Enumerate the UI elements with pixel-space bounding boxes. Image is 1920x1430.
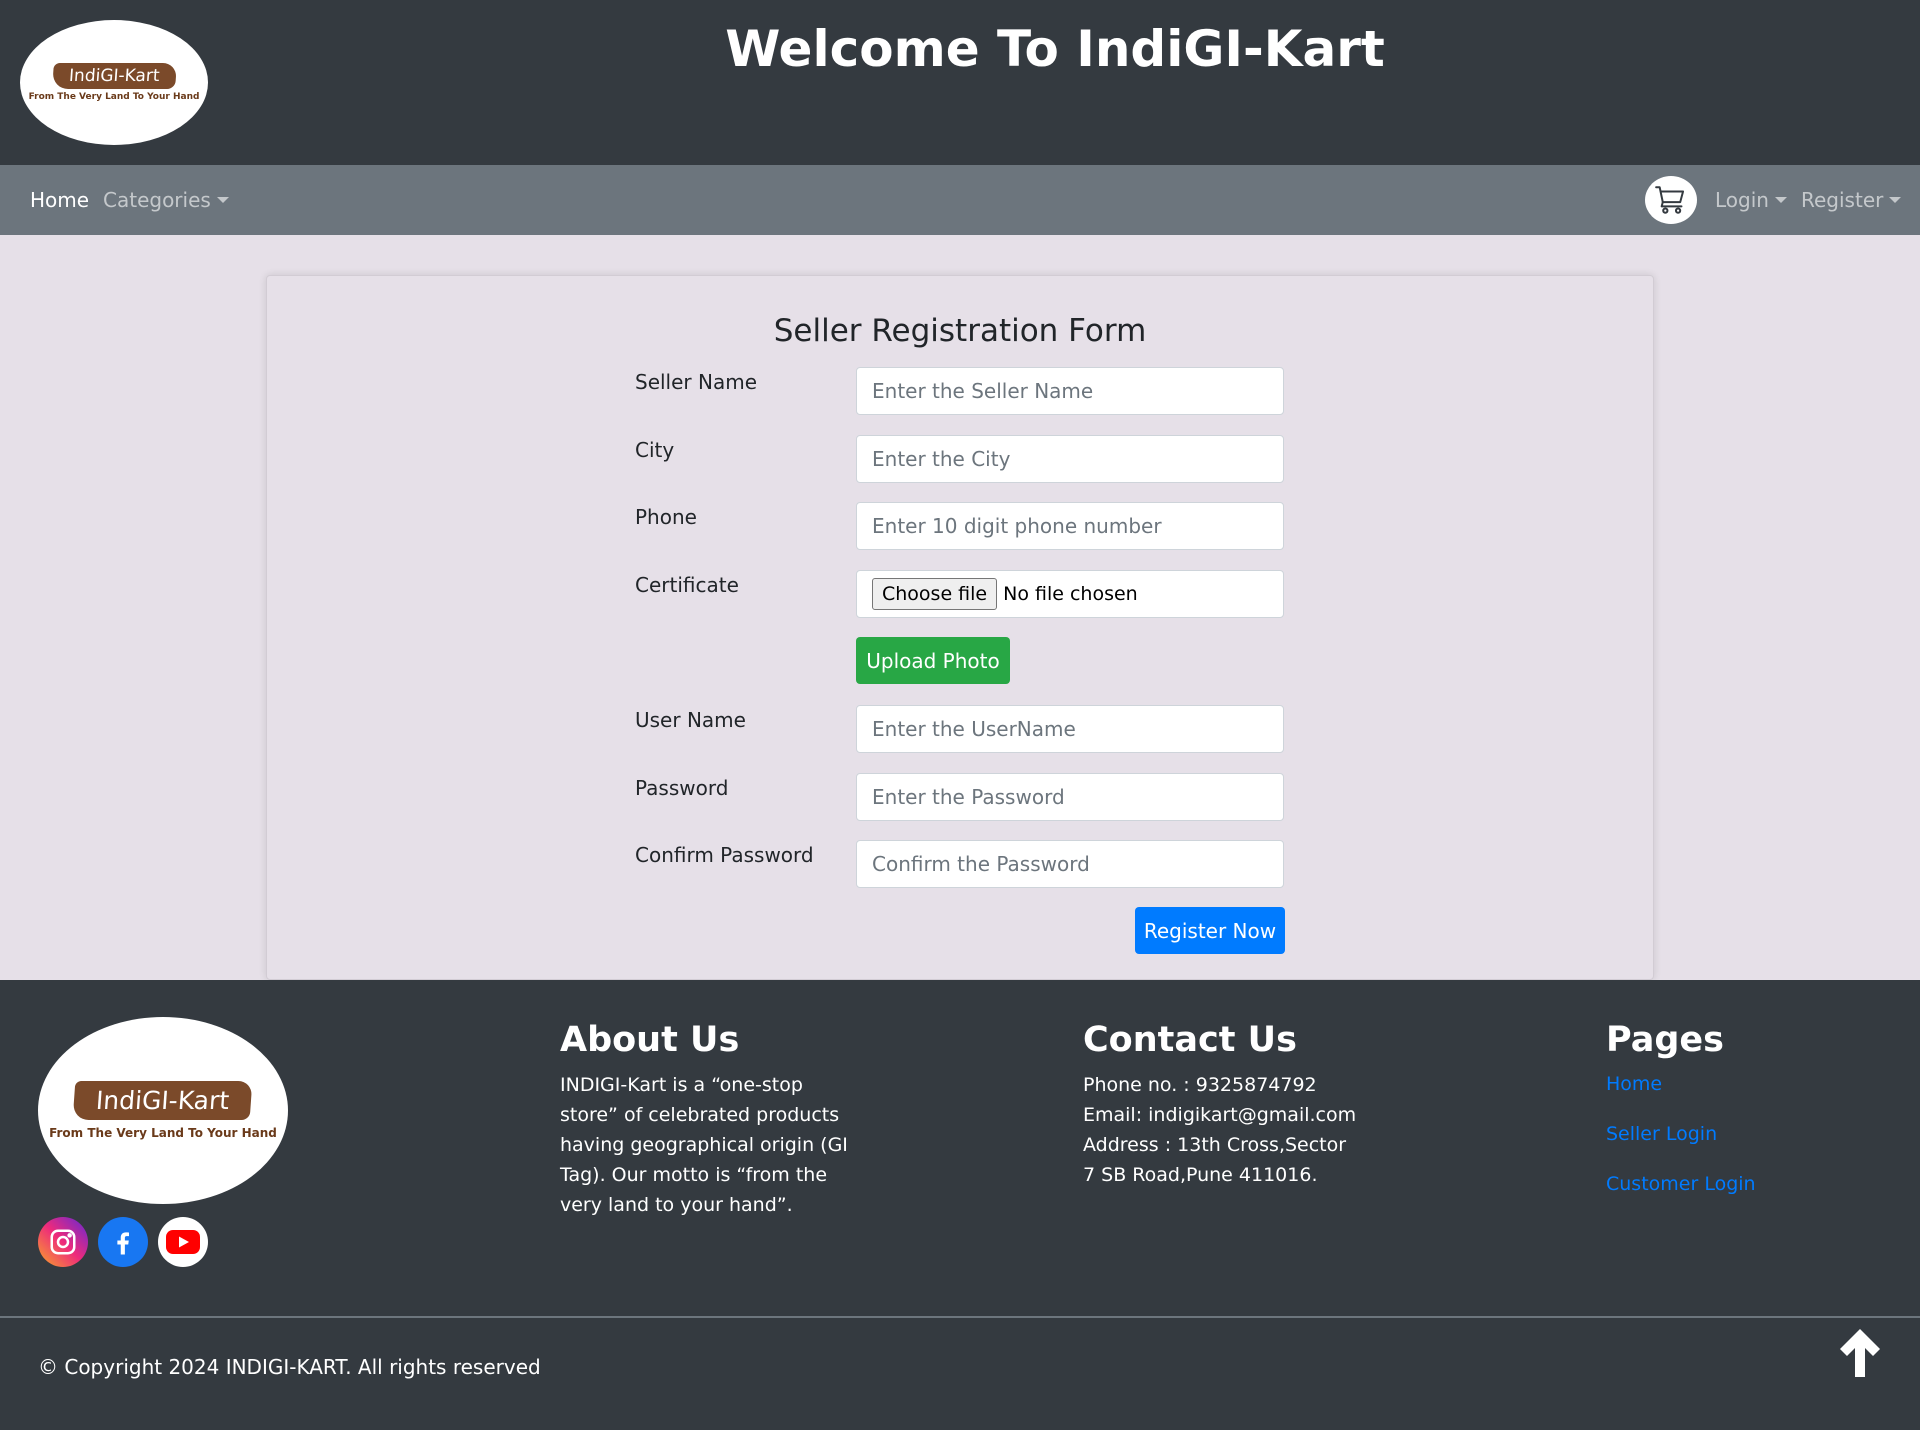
choose-file-button[interactable]: Choose file bbox=[872, 578, 998, 610]
password-input[interactable] bbox=[856, 773, 1284, 821]
instagram-icon bbox=[50, 1229, 76, 1255]
contact-address: Address : 13th Cross,Sector bbox=[1083, 1134, 1347, 1156]
nav-login-dropdown[interactable]: Login bbox=[1715, 188, 1787, 212]
phone-label: Phone bbox=[635, 505, 697, 529]
footer-link-home[interactable]: Home bbox=[1606, 1073, 1662, 1095]
about-line: very land to your hand”. bbox=[560, 1194, 793, 1216]
footer-divider bbox=[0, 1316, 1920, 1318]
copyright-text: © Copyright 2024 INDIGI-KART. All rights… bbox=[38, 1355, 541, 1379]
password-label: Password bbox=[635, 776, 729, 800]
chevron-down-icon bbox=[216, 196, 229, 203]
navbar: Home Categories Login Register bbox=[0, 165, 1920, 235]
youtube-icon bbox=[166, 1230, 200, 1254]
file-status: No file chosen bbox=[1003, 583, 1138, 605]
facebook-icon bbox=[117, 1232, 129, 1255]
register-now-button[interactable]: Register Now bbox=[1135, 907, 1285, 954]
certificate-file-input[interactable]: Choose file No file chosen bbox=[856, 570, 1284, 618]
upload-photo-button[interactable]: Upload Photo bbox=[856, 637, 1010, 684]
username-label: User Name bbox=[635, 708, 746, 732]
footer-logo-brand-text: IndiGI-Kart bbox=[73, 1081, 253, 1120]
about-line: INDIGI-Kart is a “one-stop bbox=[560, 1074, 803, 1096]
seller-name-input[interactable] bbox=[856, 367, 1284, 415]
phone-input[interactable] bbox=[856, 502, 1284, 550]
contact-email: Email: indigikart@gmail.com bbox=[1083, 1104, 1357, 1126]
footer-link-seller-login[interactable]: Seller Login bbox=[1606, 1123, 1717, 1145]
chevron-down-icon bbox=[1889, 196, 1902, 203]
back-to-top-button[interactable] bbox=[1836, 1325, 1884, 1381]
about-line: store” of celebrated products bbox=[560, 1104, 840, 1126]
contact-text: Phone no. : 9325874792 Email: indigikart… bbox=[1083, 1070, 1356, 1190]
seller-name-label: Seller Name bbox=[635, 370, 758, 394]
facebook-link[interactable] bbox=[98, 1217, 148, 1267]
confirm-password-input[interactable] bbox=[856, 840, 1284, 888]
cart-icon bbox=[1655, 186, 1685, 214]
confirm-password-label: Confirm Password bbox=[635, 843, 814, 867]
instagram-link[interactable] bbox=[38, 1217, 88, 1267]
form-title: Seller Registration Form bbox=[773, 313, 1147, 349]
city-input[interactable] bbox=[856, 435, 1284, 483]
chevron-down-icon bbox=[1774, 196, 1787, 203]
page-title: Welcome To IndiGI-Kart bbox=[725, 20, 1385, 78]
username-input[interactable] bbox=[856, 705, 1284, 753]
logo-tagline: From The Very Land To Your Hand bbox=[28, 92, 200, 102]
city-label: City bbox=[635, 438, 675, 462]
certificate-label: Certificate bbox=[635, 573, 739, 597]
about-text: INDIGI-Kart is a “one-stop store” of cel… bbox=[560, 1070, 848, 1220]
about-line: Tag). Our motto is “from the bbox=[560, 1164, 828, 1186]
nav-home-link[interactable]: Home bbox=[30, 188, 89, 212]
contact-address: 7 SB Road,Pune 411016. bbox=[1083, 1164, 1318, 1186]
about-heading: About Us bbox=[560, 1020, 740, 1060]
footer-link-customer-login[interactable]: Customer Login bbox=[1606, 1173, 1756, 1195]
nav-categories-dropdown[interactable]: Categories bbox=[103, 188, 229, 212]
pages-heading: Pages bbox=[1606, 1020, 1724, 1060]
contact-heading: Contact Us bbox=[1083, 1020, 1297, 1060]
nav-register-label: Register bbox=[1801, 188, 1884, 212]
contact-phone: Phone no. : 9325874792 bbox=[1083, 1074, 1317, 1096]
cart-button[interactable] bbox=[1645, 176, 1697, 224]
footer: IndiGI-Kart From The Very Land To Your H… bbox=[0, 980, 1920, 1430]
footer-logo[interactable]: IndiGI-Kart From The Very Land To Your H… bbox=[38, 1017, 288, 1204]
about-line: having geographical origin (GI bbox=[560, 1134, 848, 1156]
arrow-up-icon bbox=[1840, 1329, 1880, 1377]
youtube-link[interactable] bbox=[158, 1217, 208, 1267]
nav-categories-label: Categories bbox=[103, 188, 211, 212]
nav-register-dropdown[interactable]: Register bbox=[1801, 188, 1902, 212]
footer-logo-tagline: From The Very Land To Your Hand bbox=[49, 1126, 277, 1140]
nav-login-label: Login bbox=[1715, 188, 1769, 212]
